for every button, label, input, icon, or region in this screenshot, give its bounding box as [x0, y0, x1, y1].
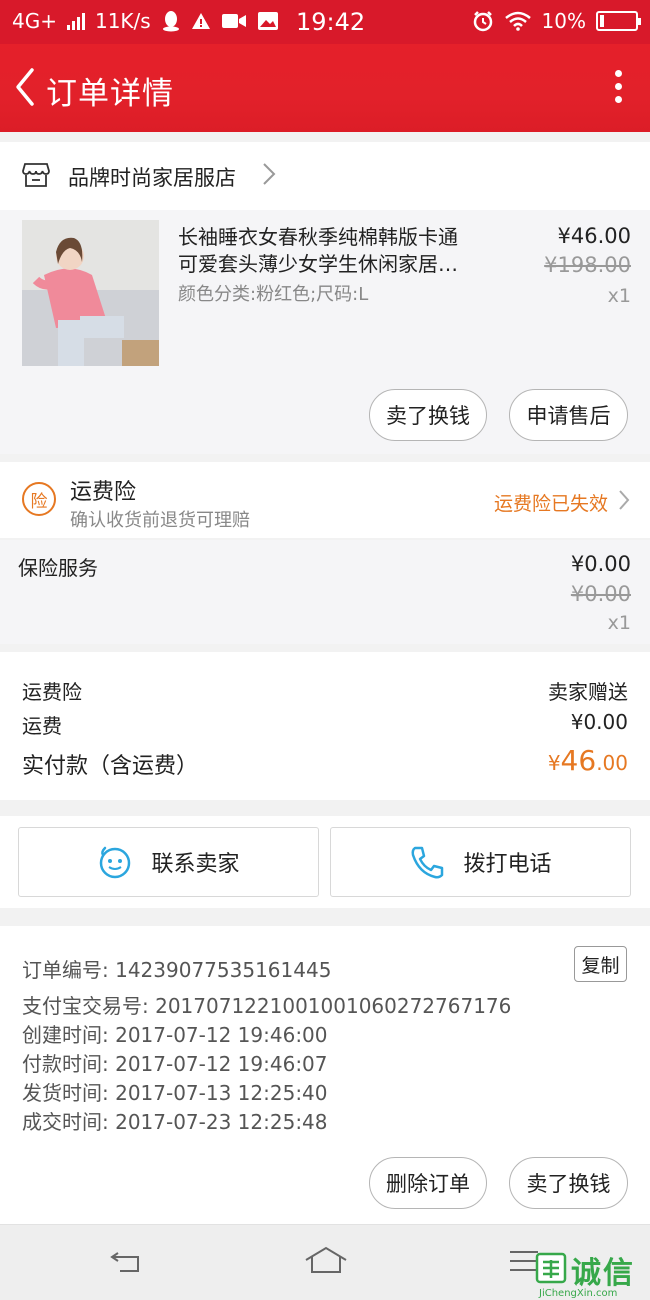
call-phone-label: 拨打电话 — [463, 852, 552, 877]
contact-seller-label: 联系卖家 — [151, 852, 240, 877]
product-title[interactable]: 长袖睡衣女春秋季纯棉韩版卡通 可爱套头薄少女学生休闲家居… — [178, 224, 508, 278]
paid-amount: ¥46.00 — [548, 744, 628, 777]
clock: 19:42 — [296, 8, 366, 36]
contact-seller-button[interactable]: 联系卖家 — [18, 827, 319, 897]
freight-insurance-row[interactable]: 险 运费险 确认收货前退货可理赔 运费险已失效 — [0, 462, 650, 538]
insurance-service-price: ¥0.00 — [570, 552, 631, 576]
wifi-icon — [504, 11, 531, 31]
nav-home-icon[interactable] — [304, 1245, 348, 1275]
back-arrow-icon[interactable] — [6, 62, 46, 112]
product-image[interactable] — [22, 220, 159, 366]
order-totals: 运费险 卖家赠送 运费 ¥0.00 实付款（含运费） ¥46.00 — [0, 652, 650, 800]
footer-exchange-button[interactable]: 卖了换钱 — [509, 1157, 628, 1209]
after-sale-button[interactable]: 申请售后 — [509, 389, 628, 441]
insurance-service-quantity: x1 — [607, 612, 631, 634]
shop-icon — [22, 163, 50, 187]
watermark: 诚信 JiChengXin.com — [533, 1250, 650, 1300]
product-title-line2: 可爱套头薄少女学生休闲家居… — [178, 252, 458, 276]
network-speed: 11K/s — [94, 9, 151, 33]
paid-integer: 46 — [560, 744, 597, 777]
paid-label: 实付款（含运费） — [22, 754, 199, 779]
created-time: 创建时间: 2017-07-12 19:46:00 — [22, 1023, 328, 1047]
freight-insurance-subtitle: 确认收货前退货可理赔 — [70, 510, 250, 531]
chat-face-icon — [100, 846, 131, 879]
status-bar: 4G+ 11K/s 19:42 10% — [0, 0, 650, 44]
battery-percent: 10% — [541, 9, 586, 33]
shipped-time: 发货时间: 2017-07-13 12:25:40 — [22, 1081, 328, 1105]
video-icon — [221, 14, 246, 28]
copy-button[interactable]: 复制 — [574, 946, 627, 982]
product-spec: 颜色分类:粉红色;尺码:L — [178, 284, 369, 305]
network-type: 4G+ — [12, 9, 57, 33]
signal-icon — [66, 12, 85, 30]
shipping-value: ¥0.00 — [570, 710, 628, 734]
chevron-right-icon — [263, 163, 276, 185]
paid-currency: ¥ — [547, 751, 561, 775]
insurance-service-original-price: ¥0.00 — [570, 582, 631, 606]
watermark-logo-icon — [535, 1252, 567, 1284]
warning-icon — [191, 13, 210, 29]
chevron-right-icon — [619, 490, 630, 510]
paid-time: 付款时间: 2017-07-12 19:46:07 — [22, 1052, 328, 1076]
phone-icon — [411, 846, 444, 879]
insurance-badge-icon: 险 — [22, 482, 56, 516]
call-phone-button[interactable]: 拨打电话 — [330, 827, 631, 897]
alarm-icon — [473, 11, 492, 32]
insurance-service-item: 保险服务 ¥0.00 ¥0.00 x1 — [0, 540, 650, 644]
paid-decimal: .00 — [596, 751, 628, 775]
battery-icon — [596, 11, 641, 31]
shop-name: 品牌时尚家居服店 — [68, 166, 236, 190]
order-number: 订单编号: 1423907753516144​5 — [22, 958, 332, 982]
freight-insurance-status: 运费险已失效 — [493, 493, 608, 515]
shop-row[interactable]: 品牌时尚家居服店 — [0, 142, 650, 210]
header: 订单详情 — [0, 44, 650, 132]
order-info: 订单编号: 1423907753516144​5 复制 支付宝交易号: 2017… — [0, 926, 650, 1224]
product-title-line1: 长袖睡衣女春秋季纯棉韩版卡通 — [178, 225, 458, 249]
nav-back-icon[interactable] — [108, 1249, 144, 1277]
watermark-text: 诚信 — [571, 1256, 635, 1291]
freight-insurance-title: 运费险 — [70, 480, 137, 505]
product-original-price: ¥198.00 — [544, 253, 631, 277]
more-vertical-icon[interactable] — [612, 70, 624, 110]
insurance-service-label: 保险服务 — [18, 556, 98, 580]
shipping-label: 运费 — [22, 714, 62, 738]
contact-bar: 联系卖家 拨打电话 — [0, 816, 650, 908]
sell-exchange-button[interactable]: 卖了换钱 — [369, 389, 487, 441]
alipay-number: 支付宝交易号: 2017071221001001060272767176 — [22, 994, 512, 1018]
product-item[interactable]: 长袖睡衣女春秋季纯棉韩版卡通 可爱套头薄少女学生休闲家居… 颜色分类:粉红色;尺… — [0, 210, 650, 454]
product-price: ¥46.00 — [557, 224, 631, 248]
image-icon — [257, 12, 278, 30]
page-title: 订单详情 — [46, 76, 174, 112]
delete-order-button[interactable]: 删除订单 — [369, 1157, 487, 1209]
completed-time: 成交时间: 2017-07-23 12:25:48 — [22, 1110, 328, 1134]
watermark-url: JiChengXin.com — [539, 1288, 618, 1299]
qq-icon — [162, 11, 179, 32]
freight-insurance-total-value: 卖家赠送 — [548, 680, 628, 704]
freight-insurance-total-label: 运费险 — [22, 680, 82, 704]
product-quantity: x1 — [607, 285, 631, 307]
